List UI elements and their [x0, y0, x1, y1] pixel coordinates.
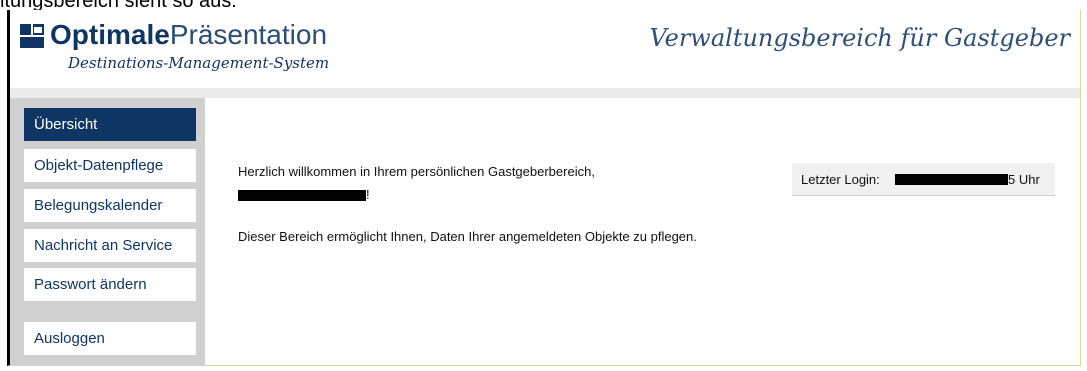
brand-name-bold: Optimale [50, 19, 170, 50]
section-title: Verwaltungsbereich für Gastgeber [649, 24, 1070, 52]
redacted-login-time [895, 174, 1008, 185]
header-divider [10, 88, 1080, 98]
last-login-suffix: 5 Uhr [1008, 172, 1040, 187]
app-frame: OptimalePräsentation Destinations-Manage… [7, 10, 1081, 366]
sidebar-item-booking-calendar[interactable]: Belegungskalender [24, 189, 196, 222]
name-suffix: ! [366, 187, 370, 202]
brand-name: OptimalePräsentation [50, 19, 327, 51]
brand-subtitle: Destinations-Management-System [68, 54, 330, 72]
main-content: Herzlich willkommen in Ihrem persönliche… [205, 98, 1080, 365]
sidebar-item-overview[interactable]: Übersicht [24, 108, 196, 141]
brand-name-light: Präsentation [169, 19, 328, 50]
welcome-text: Herzlich willkommen in Ihrem persönliche… [238, 164, 595, 179]
last-login-label: Letzter Login: [801, 172, 880, 187]
last-login-box: Letzter Login: 5 Uhr [792, 163, 1055, 196]
user-name-line: ! [238, 187, 370, 202]
header: OptimalePräsentation Destinations-Manage… [10, 10, 1080, 88]
redacted-name [238, 190, 366, 202]
sidebar-item-object-data[interactable]: Objekt-Datenpflege [24, 149, 196, 182]
sidebar-item-message-service[interactable]: Nachricht an Service [24, 229, 196, 262]
brand-logo-icon [20, 24, 44, 48]
info-text: Dieser Bereich ermöglicht Ihnen, Daten I… [238, 229, 697, 244]
sidebar-item-logout[interactable]: Ausloggen [24, 322, 196, 355]
sidebar-item-change-password[interactable]: Passwort ändern [24, 268, 196, 301]
sidebar: Übersicht Objekt-Datenpflege Belegungska… [10, 98, 205, 366]
